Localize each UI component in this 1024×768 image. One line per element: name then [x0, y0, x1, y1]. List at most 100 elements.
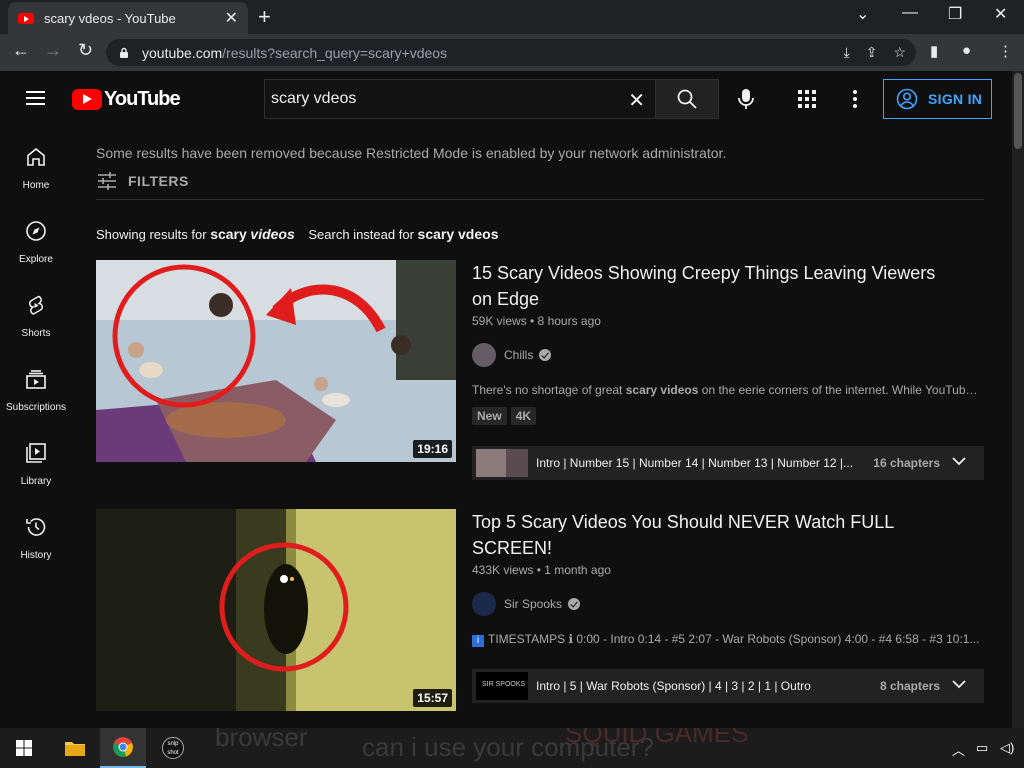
video-thumbnail[interactable]: 15:57 — [96, 509, 456, 711]
browser-tab[interactable]: scary vdeos - YouTube ✕ — [8, 2, 248, 34]
side-panel-icon[interactable]: ▮ — [930, 42, 938, 60]
sidebar-item-subscriptions[interactable]: Subscriptions — [0, 349, 72, 423]
chapters-count: 16 chapters — [873, 456, 940, 470]
search-icon — [677, 89, 697, 109]
badge-new: New — [472, 407, 507, 425]
search-input[interactable] — [271, 90, 611, 108]
sidebar-label-subscriptions: Subscriptions — [5, 402, 67, 413]
filters-button[interactable]: FILTERS — [96, 171, 189, 191]
youtube-logo[interactable]: YouTube — [72, 88, 181, 111]
install-app-icon[interactable]: ⤓ — [844, 44, 850, 61]
channel-link[interactable]: Sir Spooks — [472, 592, 581, 616]
spelling-correction: Showing results for scary videos Search … — [96, 226, 498, 242]
channel-name[interactable]: Sir Spooks — [504, 597, 562, 611]
chapter-thumbnail — [476, 449, 528, 477]
sidebar-item-home[interactable]: Home — [0, 127, 72, 201]
restore-icon[interactable]: ❐ — [948, 4, 962, 24]
show-hidden-icons-icon[interactable]: ︿ — [952, 740, 965, 759]
verified-icon — [539, 349, 552, 361]
menu-icon[interactable] — [26, 91, 45, 105]
sidebar: Home Explore Shorts Subscriptions Librar… — [0, 127, 72, 728]
chevron-down-icon[interactable] — [952, 679, 966, 689]
search-box[interactable]: ✕ — [264, 79, 655, 119]
chapters-list: Intro | Number 15 | Number 14 | Number 1… — [536, 456, 854, 470]
sidebar-item-shorts[interactable]: Shorts — [0, 275, 72, 349]
more-options-icon[interactable] — [852, 89, 858, 109]
home-icon — [27, 147, 45, 166]
browser-toolbar: ← → ↻ youtube.com/results?search_query=s… — [0, 34, 1024, 71]
scrollbar-thumb[interactable] — [1014, 73, 1022, 149]
address-bar[interactable]: youtube.com/results?search_query=scary+v… — [106, 39, 916, 66]
video-meta: 59K views • 8 hours ago — [472, 314, 601, 328]
youtube-wordmark: YouTube — [104, 88, 181, 110]
channel-avatar[interactable] — [472, 592, 496, 616]
chevron-down-icon[interactable] — [952, 456, 966, 466]
profile-icon[interactable]: ● — [962, 42, 971, 59]
library-icon — [26, 443, 46, 463]
search-button[interactable] — [655, 79, 719, 119]
chrome-taskbar-icon[interactable] — [100, 728, 146, 768]
tab-search-icon[interactable]: ⌄ — [856, 4, 869, 24]
file-explorer-icon[interactable] — [52, 728, 98, 768]
verified-icon — [568, 598, 581, 610]
overlay-text: SQUID GAMES — [565, 728, 749, 748]
minimize-icon[interactable]: — — [902, 4, 918, 22]
new-tab-icon[interactable]: + — [258, 4, 271, 30]
bookmark-star-icon[interactable]: ☆ — [893, 44, 906, 61]
badge-4k: 4K — [510, 407, 537, 425]
sidebar-item-library[interactable]: Library — [0, 423, 72, 497]
account-icon — [896, 88, 918, 110]
video-thumbnail[interactable]: 19:16 — [96, 260, 456, 462]
sidebar-item-explore[interactable]: Explore — [0, 201, 72, 275]
back-icon[interactable]: ← — [12, 40, 30, 61]
youtube-play-icon — [72, 89, 102, 110]
sign-in-label: SIGN IN — [928, 91, 983, 107]
volume-icon[interactable]: ◁) — [1000, 740, 1014, 756]
forward-icon[interactable]: → — [44, 40, 62, 61]
sign-in-button[interactable]: SIGN IN — [883, 79, 992, 119]
apps-grid-icon[interactable] — [798, 90, 816, 108]
scrollbar[interactable] — [1012, 71, 1024, 728]
video-title[interactable]: Top 5 Scary Videos You Should NEVER Watc… — [472, 509, 952, 561]
history-icon — [26, 518, 46, 536]
browser-menu-icon[interactable]: ⋮ — [998, 42, 1013, 60]
video-title[interactable]: 15 Scary Videos Showing Creepy Things Le… — [472, 260, 952, 312]
channel-avatar[interactable] — [472, 343, 496, 367]
reload-icon[interactable]: ↻ — [78, 40, 93, 61]
sidebar-label-home: Home — [22, 180, 50, 191]
sidebar-label-history: History — [20, 550, 52, 561]
chapters-toggle[interactable]: Intro | Number 15 | Number 14 | Number 1… — [472, 446, 984, 480]
divider — [96, 199, 984, 200]
video-result[interactable]: 19:16 15 Scary Videos Showing Creepy Thi… — [96, 260, 986, 480]
corrected-query-link[interactable]: scary videos — [210, 226, 295, 242]
instead-prefix: Search instead for — [308, 227, 414, 242]
windows-start-icon[interactable] — [16, 740, 32, 756]
chapters-count: 8 chapters — [879, 679, 940, 693]
microphone-icon[interactable] — [735, 87, 757, 111]
video-meta: 433K views • 1 month ago — [472, 563, 611, 577]
close-window-icon[interactable]: ✕ — [994, 4, 1007, 24]
video-result[interactable]: 15:57 Top 5 Scary Videos You Should NEVE… — [96, 509, 986, 711]
clear-search-icon[interactable]: ✕ — [628, 88, 645, 113]
chapters-list: Intro | 5 | War Robots (Sponsor) | 4 | 3… — [536, 679, 811, 693]
chapters-toggle[interactable]: SIR SPOOKS Intro | 5 | War Robots (Spons… — [472, 669, 984, 703]
sidebar-label-explore: Explore — [19, 254, 53, 265]
share-icon[interactable]: ⇪ — [866, 44, 878, 61]
sidebar-label-library: Library — [20, 476, 52, 487]
chapter-thumbnail-text: SIR SPOOKS — [482, 681, 526, 688]
restricted-mode-notice: Some results have been removed because R… — [96, 145, 727, 161]
channel-name[interactable]: Chills — [504, 348, 533, 362]
close-tab-icon[interactable]: ✕ — [225, 8, 238, 28]
video-description: There's no shortage of great scary video… — [472, 383, 984, 397]
compass-icon — [26, 221, 46, 241]
snip-shot-icon[interactable]: snip shot — [150, 728, 196, 768]
video-duration: 19:16 — [413, 440, 452, 458]
sidebar-item-history[interactable]: History — [0, 497, 72, 571]
original-query-link[interactable]: scary vdeos — [418, 226, 499, 242]
youtube-header: YouTube ✕ SIGN IN — [0, 71, 1012, 127]
url-path: /results?search_query=scary+vdeos — [222, 44, 448, 61]
channel-link[interactable]: Chills — [472, 343, 552, 367]
filters-icon — [98, 172, 116, 190]
sidebar-label-shorts: Shorts — [21, 328, 51, 339]
network-icon[interactable]: ▭ — [976, 740, 988, 756]
